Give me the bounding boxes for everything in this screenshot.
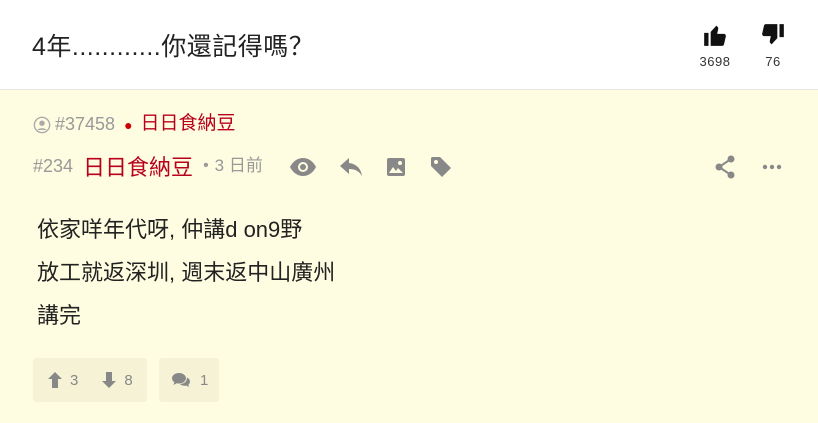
eye-icon — [290, 158, 316, 176]
reply-button[interactable] — [338, 152, 364, 182]
post-line: 放工就返深圳, 週末返中山廣州 — [37, 260, 336, 285]
downvote-count: 8 — [124, 371, 133, 389]
tag-icon — [431, 157, 451, 177]
separator-dot: • — [203, 157, 209, 174]
comment-icon — [172, 373, 190, 387]
quote-ref-number[interactable]: #37458 — [55, 114, 115, 135]
post-meta: #234 日日食納豆 • 3 日前 — [33, 150, 263, 182]
reply-icon — [340, 158, 362, 176]
like-count: 3698 — [699, 54, 731, 69]
tag-button[interactable] — [428, 152, 454, 182]
post-author[interactable]: 日日食納豆 — [83, 150, 193, 182]
post-content: 依家咩年代呀, 仲講d on9野 放工就返深圳, 週末返中山廣州 講完 — [37, 208, 335, 337]
arrow-down-icon — [102, 372, 117, 388]
post-floor-number[interactable]: #234 — [33, 156, 73, 177]
view-button[interactable] — [288, 152, 318, 182]
arrow-up-icon — [48, 372, 62, 388]
post-timestamp: 3 日前 — [214, 155, 263, 175]
thumbs-up-icon — [704, 25, 726, 46]
post-card: #37458 ● 日日食納豆 #234 日日食納豆 • 3 日前 依家咩年代呀,… — [0, 90, 818, 423]
like-button[interactable]: 3698 — [695, 22, 735, 69]
upvote-button[interactable]: 3 — [48, 372, 78, 389]
share-icon — [715, 155, 735, 179]
downvote-button[interactable]: 8 — [102, 371, 133, 389]
post-line: 講完 — [37, 303, 82, 328]
post-line: 依家咩年代呀, 仲講d on9野 — [37, 217, 303, 242]
more-options-button[interactable] — [760, 152, 784, 182]
share-button[interactable] — [712, 152, 738, 182]
quote-reference: #37458 ● 日日食納豆 — [33, 113, 236, 135]
comments-button[interactable]: 1 — [159, 358, 219, 402]
post-vote-buttons: 3 8 — [33, 358, 147, 402]
thumbs-down-icon — [762, 24, 784, 45]
dislike-count: 76 — [765, 54, 781, 69]
upvote-count: 3 — [70, 371, 79, 389]
thread-title: 4年............你還記得嗎？ — [32, 33, 315, 61]
image-icon — [387, 158, 405, 176]
separator-dot: ● — [124, 116, 133, 133]
image-button[interactable] — [385, 152, 407, 182]
comment-count: 1 — [200, 371, 209, 389]
person-icon — [33, 116, 51, 133]
dislike-button[interactable]: 76 — [753, 22, 793, 69]
more-icon — [762, 164, 782, 170]
thread-header: 4年............你還記得嗎？ 3698 76 — [0, 0, 818, 90]
quote-author[interactable]: 日日食納豆 — [141, 108, 236, 135]
